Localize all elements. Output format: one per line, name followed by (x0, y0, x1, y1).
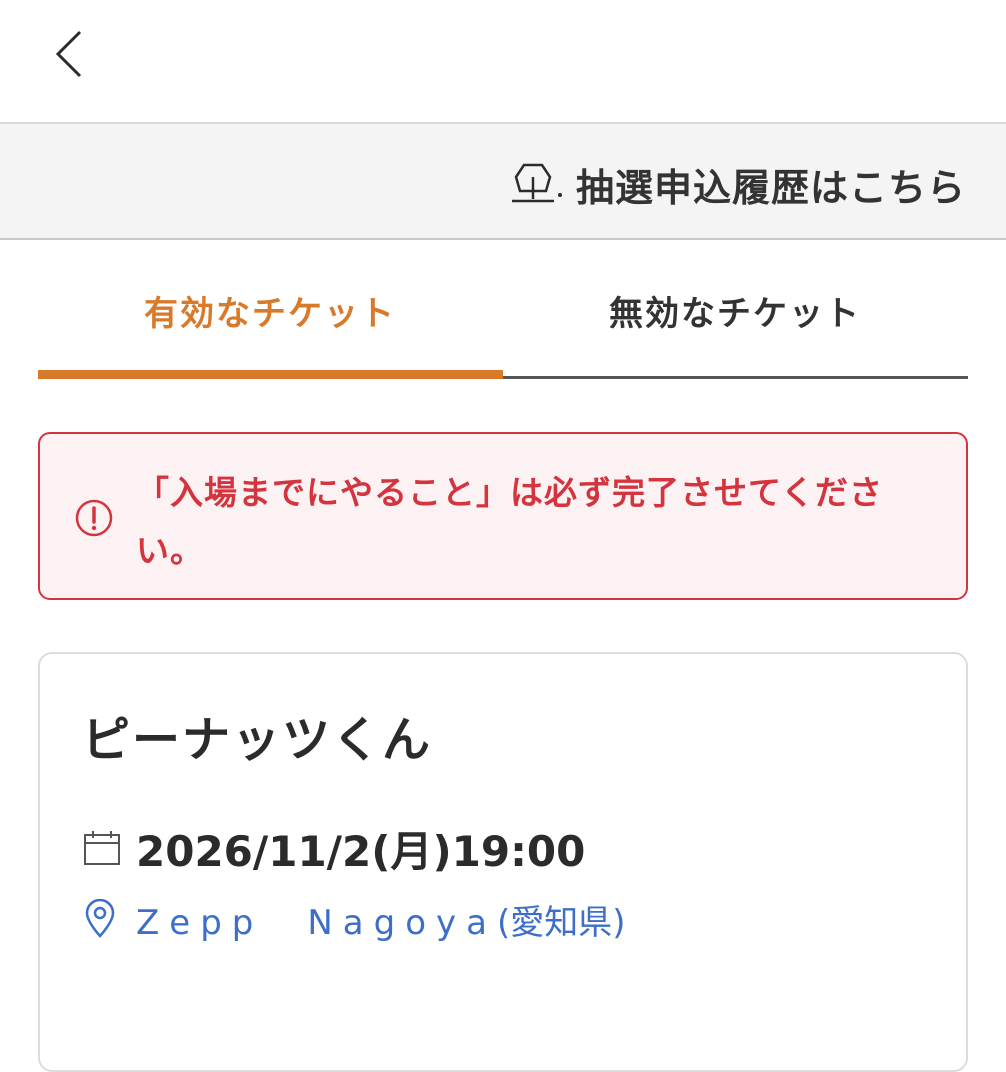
ticket-card[interactable]: ピーナッツくん 2026/11/2(月)19:00 Zepp Nagoya (愛知… (38, 652, 968, 1072)
ticket-venue-row[interactable]: Zepp Nagoya (愛知県) (82, 894, 626, 944)
ticket-date-row: 2026/11/2(月)19:00 (82, 820, 585, 876)
alert-message-box: 「入場までにやること」は必ず完了させてください。 (38, 432, 968, 600)
tab-valid-tickets[interactable]: 有効なチケット (38, 250, 502, 370)
top-bar (0, 0, 1006, 122)
lottery-history-link[interactable]: 抽選申込履歴はこちら (510, 154, 966, 214)
active-tab-indicator (38, 370, 503, 379)
calendar-icon (84, 831, 120, 865)
ticket-title: ピーナッツくん (82, 712, 433, 768)
ticket-date: 2026/11/2(月)19:00 (136, 826, 586, 876)
history-bar: 抽選申込履歴はこちら (0, 122, 1006, 240)
exclamation-circle-icon (75, 499, 113, 537)
location-pin-icon (85, 899, 115, 938)
ticket-venue: Zepp Nagoya (136, 902, 497, 943)
ticket-tabs: 有効なチケット 無効なチケット (38, 250, 968, 380)
back-button[interactable] (44, 22, 100, 86)
lottery-history-icon (511, 163, 562, 203)
ticket-prefecture: (愛知県) (496, 902, 626, 943)
lottery-history-label: 抽選申込履歴はこちら (575, 165, 966, 210)
alert-text: 「入場までにやること」は必ず完了させてください。 (136, 473, 884, 570)
tab-invalid-tickets[interactable]: 無効なチケット (502, 250, 968, 370)
chevron-left-icon (55, 30, 82, 78)
